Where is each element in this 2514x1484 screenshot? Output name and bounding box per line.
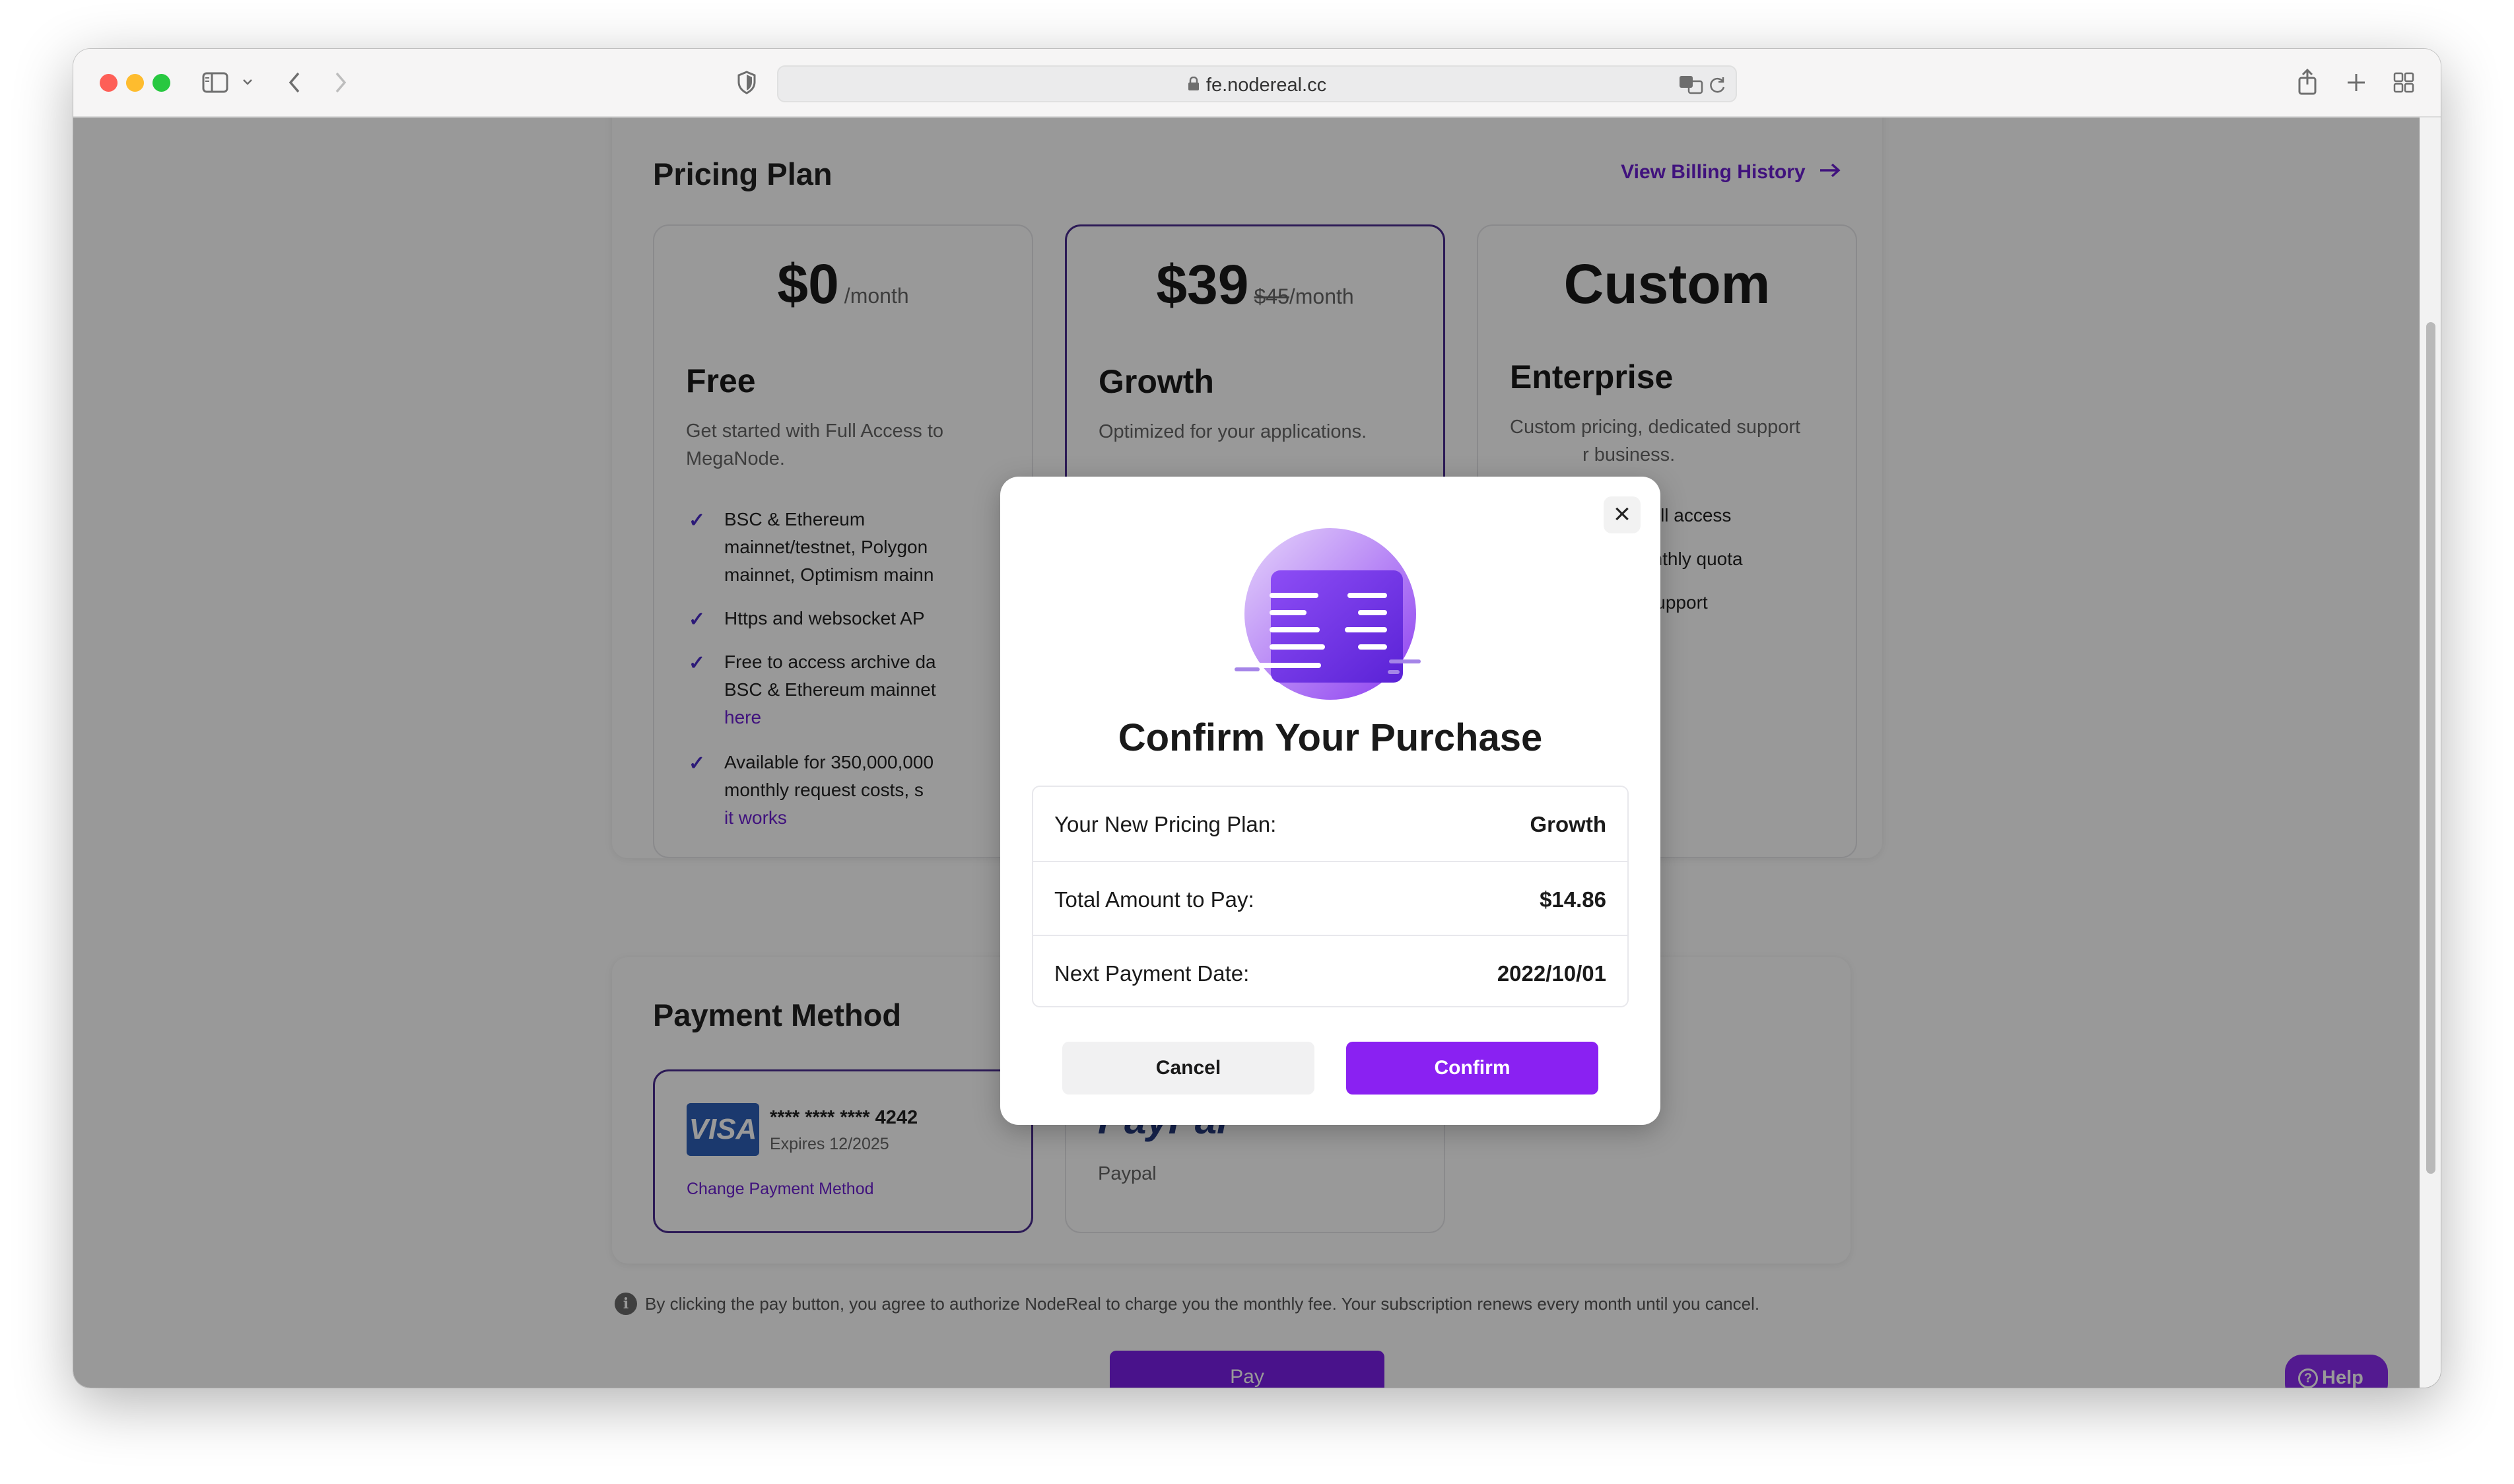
new-tab-icon[interactable] xyxy=(2343,69,2369,96)
close-window-button[interactable] xyxy=(100,74,118,92)
row-value: $14.86 xyxy=(1540,887,1606,912)
shield-icon[interactable] xyxy=(733,69,760,96)
summary-row-plan: Your New Pricing Plan: Growth xyxy=(1033,787,1627,861)
back-icon[interactable] xyxy=(285,69,304,96)
reload-icon[interactable] xyxy=(1707,73,1729,96)
close-icon[interactable]: × xyxy=(1604,496,1641,533)
row-value: 2022/10/01 xyxy=(1497,961,1606,986)
summary-row-amount: Total Amount to Pay: $14.86 xyxy=(1033,861,1627,935)
sidebar-icon[interactable] xyxy=(200,69,230,96)
row-label: Next Payment Date: xyxy=(1054,961,1250,986)
row-value: Growth xyxy=(1530,812,1606,836)
purchase-summary: Your New Pricing Plan: Growth Total Amou… xyxy=(1032,786,1629,1007)
row-label: Your New Pricing Plan: xyxy=(1054,812,1277,836)
translate-icon[interactable] xyxy=(1678,73,1704,96)
summary-row-next-date: Next Payment Date: 2022/10/01 xyxy=(1033,935,1627,1009)
address-bar[interactable]: fe.nodereal.cc xyxy=(777,65,1737,102)
url-text: fe.nodereal.cc xyxy=(1206,75,1327,96)
url-display: fe.nodereal.cc xyxy=(778,75,1736,96)
lock-icon xyxy=(1188,76,1200,96)
browser-window: fe.nodereal.cc Pricing Plan View Billing… xyxy=(73,49,2441,1388)
cancel-button[interactable]: Cancel xyxy=(1062,1042,1314,1095)
share-icon[interactable] xyxy=(2294,66,2321,98)
tab-overview-icon[interactable] xyxy=(2391,69,2417,96)
confirm-purchase-modal: × Confirm Your Purchase Your New Pricing… xyxy=(1000,477,1660,1125)
forward-icon[interactable] xyxy=(331,69,351,96)
modal-title: Confirm Your Purchase xyxy=(1118,716,1543,759)
browser-toolbar: fe.nodereal.cc xyxy=(73,49,2441,118)
zoom-window-button[interactable] xyxy=(153,74,170,92)
row-label: Total Amount to Pay: xyxy=(1054,887,1254,912)
minimize-window-button[interactable] xyxy=(126,74,144,92)
chevron-down-icon[interactable] xyxy=(241,74,254,90)
document-illustration-icon xyxy=(1231,527,1429,705)
scrollbar-track[interactable] xyxy=(2420,118,2441,1388)
scrollbar-thumb[interactable] xyxy=(2426,322,2435,1174)
confirm-button[interactable]: Confirm xyxy=(1346,1042,1598,1095)
